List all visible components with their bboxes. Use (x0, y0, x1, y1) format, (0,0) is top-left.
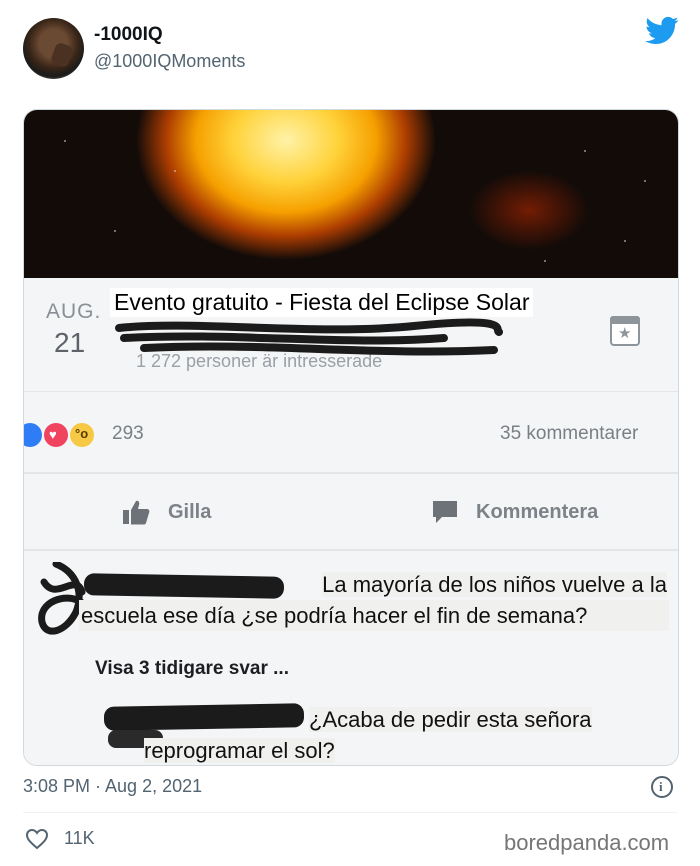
event-month: AUG. (46, 300, 102, 323)
like-button[interactable]: Gilla (168, 501, 211, 524)
reaction-count[interactable]: 293 (112, 423, 144, 445)
event-title[interactable]: Evento gratuito - Fiesta del Eclipse Sol… (110, 288, 534, 317)
comment-line: La mayoría de los niños vuelve a la (322, 572, 667, 597)
like-count: 11K (64, 828, 95, 848)
tweet-timestamp[interactable]: 3:08 PM · Aug 2, 2021 (23, 776, 202, 797)
comment-text: La mayoría de los niños vuelve a la escu… (79, 569, 669, 631)
tweet-media[interactable]: AUG. 21 1 272 personer är intresserade E… (23, 109, 679, 766)
author-name[interactable]: -1000IQ (94, 24, 163, 46)
reply-text: ¿Acaba de pedir esta señora reprogramar … (144, 704, 674, 765)
thumbs-up-icon[interactable] (122, 499, 150, 525)
avatar[interactable] (23, 18, 84, 79)
event-day: 21 (54, 327, 86, 358)
info-icon[interactable]: i (651, 776, 673, 798)
divider (23, 812, 677, 813)
love-reaction-icon: ♥ (44, 423, 68, 447)
comment-count[interactable]: 35 kommentarer (500, 423, 638, 445)
reply-line: reprogramar el sol? (144, 738, 335, 763)
wow-reaction-icon: °o (70, 423, 94, 447)
twitter-bird-icon[interactable] (645, 16, 679, 46)
redaction-scribble (115, 318, 503, 356)
comment-button[interactable]: Kommentera (476, 501, 598, 524)
comment-line: escuela ese día ¿se podría hacer el fin … (79, 600, 669, 631)
view-replies-link[interactable]: Visa 3 tidigare svar ... (95, 658, 289, 680)
author-handle[interactable]: @1000IQMoments (94, 51, 245, 72)
watermark: boredpanda.com (504, 830, 670, 855)
sun-image (24, 110, 678, 278)
reply-line: ¿Acaba de pedir esta señora (309, 707, 592, 732)
calendar-icon[interactable]: ★ (610, 316, 640, 346)
heart-icon[interactable] (25, 828, 49, 850)
comment-icon[interactable] (430, 498, 460, 526)
